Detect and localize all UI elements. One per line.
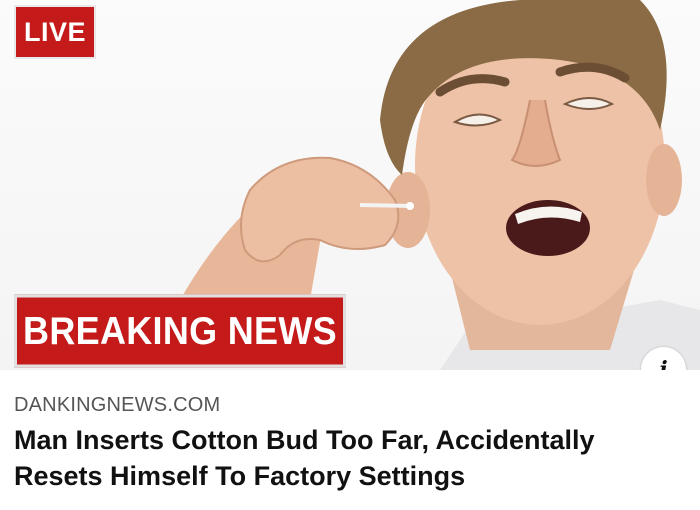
live-badge: LIVE [14, 5, 96, 59]
article-headline[interactable]: Man Inserts Cotton Bud Too Far, Accident… [14, 422, 684, 494]
cotton-bud-tip-shape [406, 202, 414, 210]
breaking-news-banner: BREAKING NEWS [14, 294, 346, 368]
hand-shape [240, 156, 400, 263]
article-meta: DANKINGNEWS.COM Man Inserts Cotton Bud T… [0, 370, 700, 510]
cotton-bud-shape [359, 203, 413, 208]
article-photo[interactable]: LIVE BREAKING NEWS [0, 0, 700, 370]
headline-line-2: Resets Himself To Factory Settings [14, 461, 466, 491]
article-source[interactable]: DANKINGNEWS.COM [14, 394, 220, 417]
right-ear-shape [646, 144, 682, 216]
news-card[interactable]: LIVE BREAKING NEWS i DANKINGNEWS.COM Man… [0, 0, 700, 510]
headline-line-1: Man Inserts Cotton Bud Too Far, Accident… [14, 425, 595, 455]
